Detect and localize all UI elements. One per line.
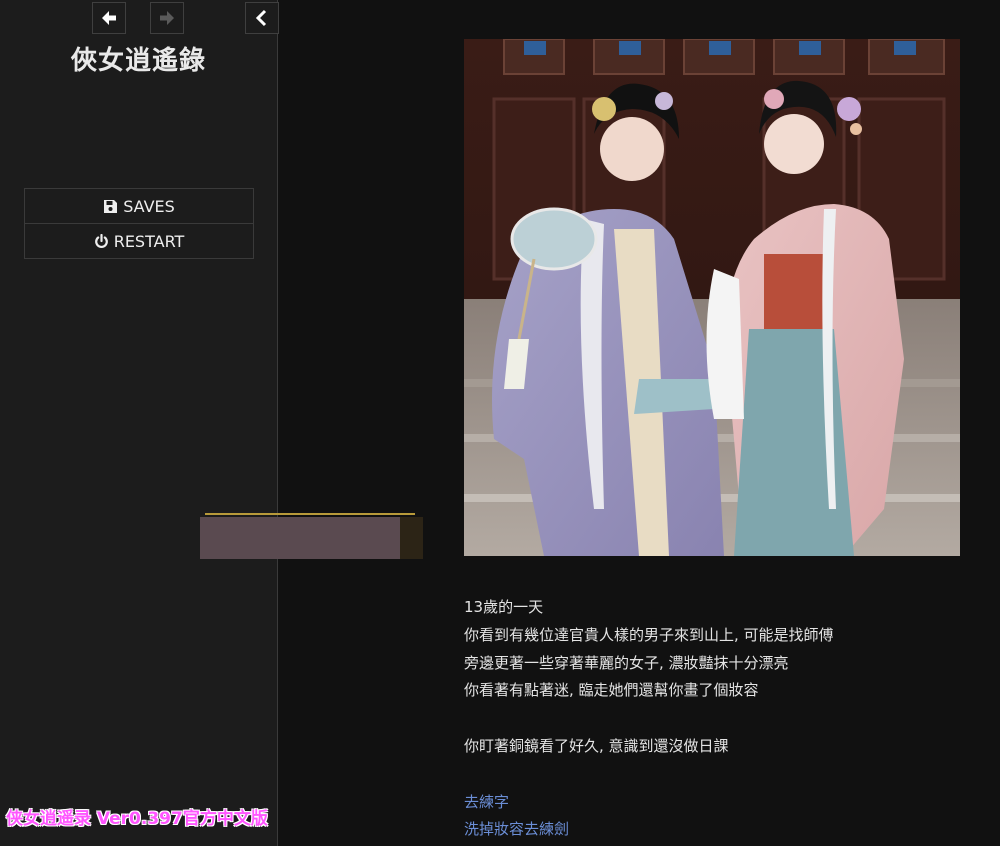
floppy-disk-icon [103,199,118,214]
ui-sidebar: 俠女逍遙錄 SAVES RESTART 侠女逍遥录 Ver0.397官方中文版 [0,0,279,846]
story-passage: 13歲的一天 你看到有幾位達官貴人樣的男子來到山上, 可能是找師傅 旁邊更著一些… [464,594,964,844]
story-title: 俠女逍遙錄 [70,46,206,76]
choice-link-practice-sword[interactable]: 洗掉妝容去練劍 [464,816,964,844]
version-watermark: 侠女逍遥录 Ver0.397官方中文版 [6,809,268,829]
choice-link-practice-calligraphy[interactable]: 去練字 [464,789,964,817]
power-icon [94,233,109,249]
history-back-button[interactable] [92,2,126,34]
passage-line: 你看著有點著迷, 臨走她們還幫你畫了個妝容 [464,681,759,700]
story-illustration [464,39,960,556]
saves-label: SAVES [123,196,175,216]
passage-line: 你盯著銅鏡看了好久, 意識到還沒做日課 [464,736,729,755]
arrow-right-icon [160,11,174,25]
overlay-box-edge [400,517,423,559]
sidebar-toggle-button[interactable] [245,2,279,34]
saves-button[interactable]: SAVES [24,188,254,224]
passage-line: 你看到有幾位達官貴人樣的男子來到山上, 可能是找師傅 [464,625,834,644]
restart-label: RESTART [113,231,185,251]
history-forward-button[interactable] [150,2,184,34]
passage-line: 旁邊更著一些穿著華麗的女子, 濃妝豔抹十分漂亮 [464,653,789,672]
passage-line: 13歲的一天 [464,598,544,616]
chevron-left-icon [255,9,267,27]
game-window: 俠女逍遙錄 SAVES RESTART 侠女逍遥录 Ver0.397官方中文版 [0,0,1000,846]
restart-button[interactable]: RESTART [24,223,254,259]
arrow-left-icon [102,11,116,25]
overlay-box [200,517,423,559]
